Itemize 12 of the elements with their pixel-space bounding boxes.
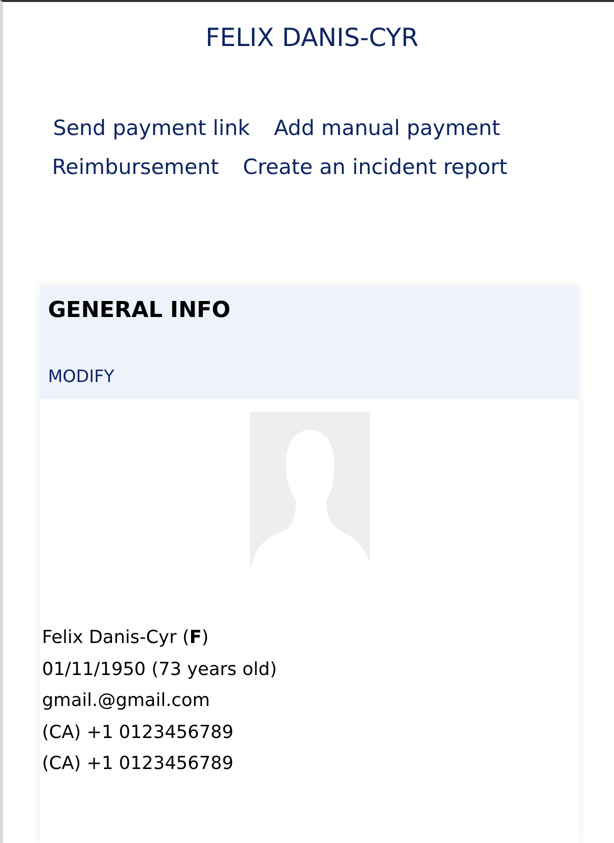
info-line: (CA) +1 0123456789 <box>42 752 234 776</box>
modify-link[interactable]: MODIFY <box>48 367 114 387</box>
info-line: gmail.@gmail.com <box>42 689 211 713</box>
card-title: GENERAL INFO <box>48 298 232 323</box>
action-link[interactable]: Create an incident report <box>242 152 508 182</box>
action-link[interactable]: Send payment link <box>53 113 250 143</box>
page-title: FELIX DANIS-CYR <box>204 22 420 52</box>
info-line: (CA) +1 0123456789 <box>42 720 234 744</box>
action-link[interactable]: Reimbursement <box>52 152 219 182</box>
info-line: Felix Danis-Cyr (F) <box>42 626 210 650</box>
action-link[interactable]: Add manual payment <box>274 113 500 143</box>
info-line: 01/11/1950 (73 years old) <box>42 658 278 682</box>
